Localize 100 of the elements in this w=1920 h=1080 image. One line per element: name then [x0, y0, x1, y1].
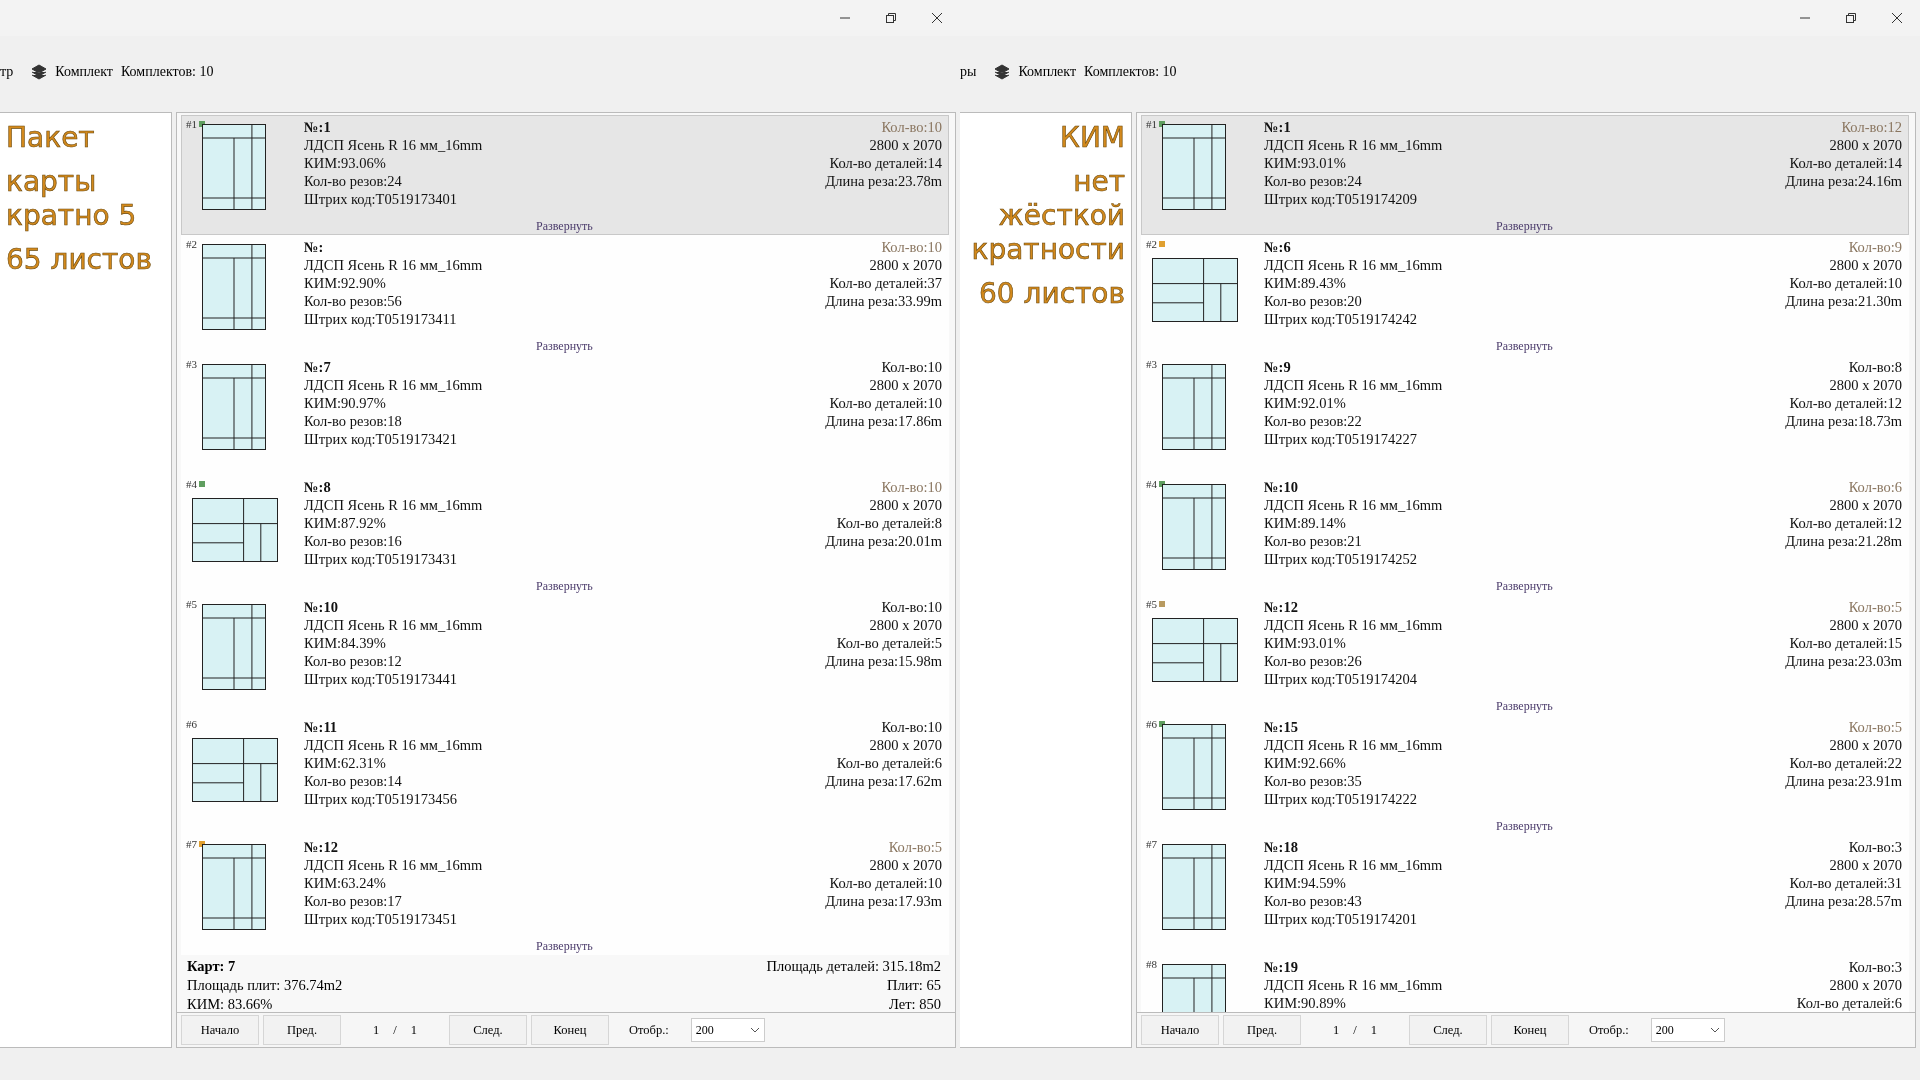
expand-link[interactable]: Развернуть [1496, 579, 1553, 594]
expand-link[interactable]: Развернуть [536, 219, 593, 234]
sheet-number: №:10 [304, 598, 339, 616]
sheet-number: №:6 [1264, 238, 1292, 256]
sheet-index: #1 [186, 118, 197, 130]
page-size-value: 200 [695, 1022, 714, 1038]
cuts-count: Кол-во резов:35 [1264, 772, 1363, 790]
summary-text: КИМ: 83.66% [187, 995, 274, 1012]
sheet-number: №:15 [1264, 718, 1299, 736]
set-button[interactable]: Комплект [1018, 64, 1077, 80]
expand-link[interactable]: Развернуть [1496, 219, 1553, 234]
page-total: 1 [1370, 1022, 1377, 1038]
cuts-count: Кол-во резов:12 [304, 652, 403, 670]
restore-icon[interactable] [1845, 12, 1857, 24]
sheet-size: 2800 x 2070 [869, 616, 942, 634]
sheet-index: #7 [186, 838, 197, 850]
quantity-text: Кол-во:10 [881, 238, 942, 256]
expand-link[interactable]: Развернуть [1496, 699, 1553, 714]
sheet-number: №:18 [1264, 838, 1299, 856]
next-page-button[interactable]: След. [1409, 1015, 1487, 1045]
sheet-size: 2800 x 2070 [1829, 856, 1902, 874]
sheet-number: №:10 [1264, 478, 1299, 496]
barcode-text: Штрих код:T0519174201 [1264, 910, 1418, 928]
utilization-text: КИМ:62.31% [304, 754, 387, 772]
close-icon[interactable] [931, 12, 943, 24]
expand-link[interactable]: Развернуть [536, 939, 593, 954]
expand-link[interactable]: Развернуть [536, 339, 593, 354]
sets-count: Комплектов: 10 [1084, 64, 1177, 80]
utilization-text: КИМ:93.06% [304, 154, 387, 172]
sheet-size: 2800 x 2070 [1829, 496, 1902, 514]
cuts-count: Кол-во резов:43 [1264, 892, 1363, 910]
toolbar-label[interactable]: ры [960, 64, 977, 80]
parts-count: Кол-во деталей:10 [829, 394, 942, 412]
video-caption: КИМ [1060, 121, 1125, 155]
cuts-count: Кол-во резов:16 [304, 532, 403, 550]
set-button[interactable]: Комплект [55, 64, 113, 80]
sheet-number: №:1 [304, 118, 332, 136]
cut-length: Длина реза:20.01m [825, 532, 942, 550]
barcode-text: Штрих код:T0519174209 [1264, 190, 1418, 208]
expand-link[interactable]: Развернуть [1496, 819, 1553, 834]
sheet-index: #5 [1146, 598, 1157, 610]
previous-page-button[interactable]: Пред. [1223, 1015, 1301, 1045]
cut-length: Длина реза:15.98m [825, 652, 942, 670]
material-name: ЛДСП Ясень R 16 мм_16mm [1264, 976, 1444, 994]
parts-count: Кол-во деталей:14 [829, 154, 942, 172]
barcode-text: Штрих код:T0519174242 [1264, 310, 1418, 328]
sheet-size: 2800 x 2070 [869, 136, 942, 154]
parts-count: Кол-во деталей:8 [836, 514, 942, 532]
page-size-dropdown[interactable]: 200 [1650, 1018, 1725, 1042]
expand-link[interactable]: Развернуть [536, 579, 593, 594]
summary-text: Площадь деталей: 315.18m2 [766, 957, 941, 976]
parts-count: Кол-во деталей:6 [836, 754, 942, 772]
sheet-size: 2800 x 2070 [1829, 736, 1902, 754]
layers-icon [31, 64, 48, 80]
previous-page-button[interactable]: Пред. [263, 1015, 341, 1045]
cut-length: Длина реза:21.28m [1785, 532, 1902, 550]
utilization-text: КИМ:89.43% [1264, 274, 1347, 292]
page-size-label: Отобр.: [629, 1022, 669, 1038]
page-size-dropdown[interactable]: 200 [690, 1018, 765, 1042]
parts-count: Кол-во деталей:10 [1789, 274, 1902, 292]
cuts-count: Кол-во резов:17 [304, 892, 403, 910]
last-page-button[interactable]: Конец [531, 1015, 609, 1045]
chevron-down-icon [1709, 1027, 1720, 1033]
page-number: 1 [1333, 1022, 1340, 1038]
material-name: ЛДСП Ясень R 16 мм_16mm [1264, 136, 1444, 154]
material-name: ЛДСП Ясень R 16 мм_16mm [1264, 496, 1444, 514]
sheet-number: №:9 [1264, 358, 1292, 376]
toolbar-label[interactable]: тр [0, 64, 14, 80]
first-page-button[interactable]: Начало [1141, 1015, 1219, 1045]
expand-link[interactable]: Развернуть [1496, 339, 1553, 354]
close-icon[interactable] [1891, 12, 1903, 24]
utilization-text: КИМ:93.01% [1264, 154, 1347, 172]
utilization-text: КИМ:92.66% [1264, 754, 1347, 772]
next-page-button[interactable]: След. [449, 1015, 527, 1045]
sets-count: Комплектов: 10 [120, 64, 214, 80]
barcode-text: Штрих код:T0519174227 [1264, 430, 1418, 448]
chevron-down-icon [749, 1027, 760, 1033]
sheet-index: #2 [186, 238, 197, 250]
barcode-text: Штрих код:T0519173451 [304, 910, 458, 928]
material-name: ЛДСП Ясень R 16 мм_16mm [1264, 376, 1444, 394]
first-page-button[interactable]: Начало [181, 1015, 259, 1045]
page-separator: / [393, 1022, 397, 1038]
last-page-button[interactable]: Конец [1491, 1015, 1569, 1045]
barcode-text: Штрих код:T0519173401 [304, 190, 458, 208]
quantity-text: Кол-во:10 [881, 118, 942, 136]
sheet-size: 2800 x 2070 [869, 496, 942, 514]
barcode-text: Штрих код:T0519174204 [1264, 670, 1418, 688]
summary-text: Площадь плит: 376.74m2 [187, 976, 343, 995]
utilization-text: КИМ:94.59% [1264, 874, 1347, 892]
material-name: ЛДСП Ясень R 16 мм_16mm [304, 496, 484, 514]
sheet-index: #3 [1146, 358, 1157, 370]
quantity-text: Кол-во:5 [888, 838, 942, 856]
cuts-count: Кол-во резов:56 [304, 292, 403, 310]
quantity-text: Кол-во:6 [1848, 478, 1902, 496]
barcode-text: Штрих код:T0519173456 [304, 790, 458, 808]
restore-icon[interactable] [885, 12, 897, 24]
page-size-label: Отобр.: [1589, 1022, 1629, 1038]
sheet-index: #1 [1146, 118, 1157, 130]
cuts-count: Кол-во резов:21 [1264, 532, 1363, 550]
cut-length: Длина реза:24.16m [1785, 172, 1902, 190]
